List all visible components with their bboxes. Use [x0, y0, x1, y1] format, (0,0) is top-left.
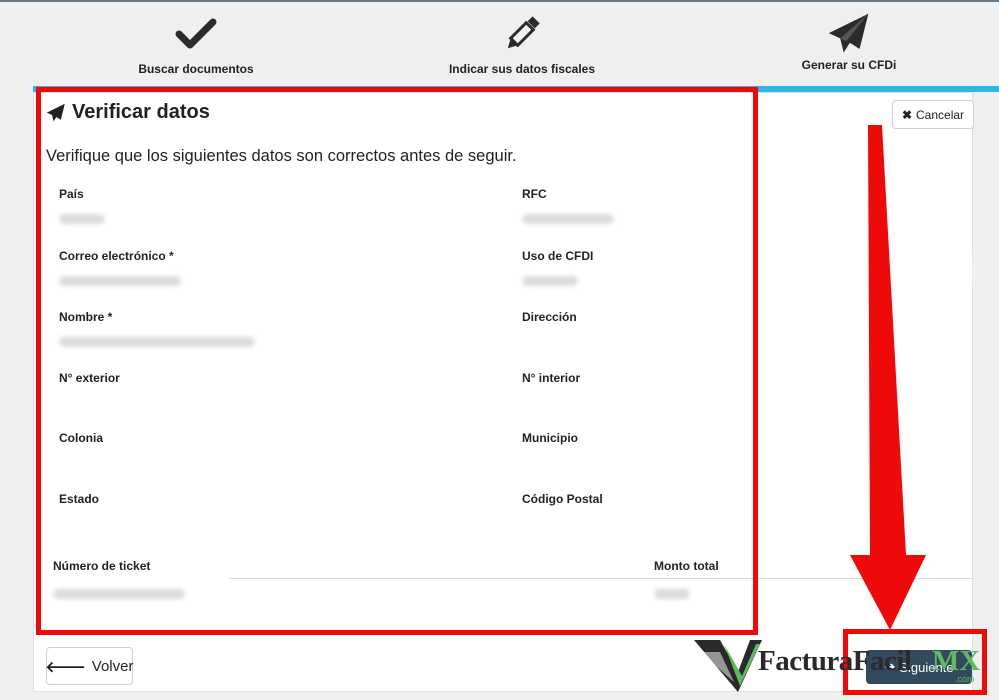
step-generar-cfdi[interactable]: Generar su CFDi — [719, 12, 979, 72]
step-label: Buscar documentos — [138, 62, 254, 76]
close-icon: ✖ — [901, 107, 913, 122]
step-indicar-datos[interactable]: Indicar sus datos fiscales — [392, 12, 652, 76]
check-icon — [175, 18, 217, 49]
wizard-steps: Buscar documentos Indicar sus datos fisc… — [0, 2, 999, 86]
annotation-arrow-down-icon — [850, 125, 926, 630]
watermark-domain: .com — [955, 674, 975, 684]
annotation-highlight-box — [36, 87, 758, 635]
back-button-label: Volver — [91, 657, 134, 675]
back-button[interactable]: 🡐 Volver — [46, 647, 133, 685]
step-label: Indicar sus datos fiscales — [448, 62, 596, 76]
watermark-brand: FacturaFacil — [758, 645, 912, 677]
pencil-icon — [507, 16, 540, 49]
arrow-left-icon: 🡐 — [45, 658, 86, 676]
step-label: Generar su CFDi — [801, 58, 897, 72]
paper-plane-icon — [828, 13, 869, 53]
cancel-button-label: Cancelar — [916, 107, 965, 122]
step-buscar-documentos[interactable]: Buscar documentos — [66, 12, 326, 76]
